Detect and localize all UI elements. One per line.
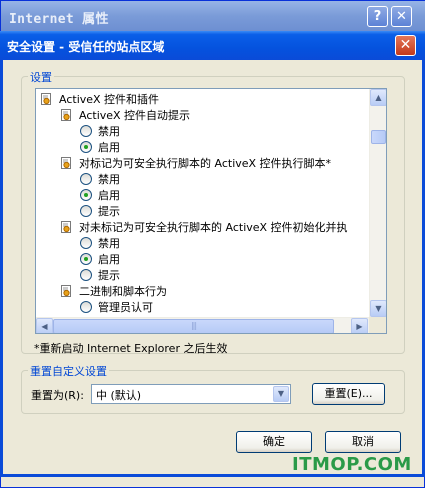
horizontal-scroll-thumb[interactable]: ||| bbox=[53, 319, 334, 333]
horizontal-scrollbar[interactable]: ◀ ||| ▶ bbox=[36, 317, 369, 333]
reset-level-combo[interactable]: 中 (默认) ▼ bbox=[91, 384, 291, 404]
radio-checked-icon[interactable] bbox=[80, 141, 92, 153]
row-label: ActiveX 控件自动提示 bbox=[79, 109, 191, 122]
radio-unchecked-icon[interactable] bbox=[80, 237, 92, 249]
reset-button[interactable]: 重置(E)... bbox=[312, 383, 385, 405]
reset-group-label: 重置自定义设置 bbox=[28, 363, 109, 379]
row-label: 启用 bbox=[98, 141, 120, 154]
row-label: 提示 bbox=[98, 205, 120, 218]
radio-unchecked-icon[interactable] bbox=[80, 173, 92, 185]
row-label: 对标记为可安全执行脚本的 ActiveX 控件执行脚本* bbox=[79, 157, 332, 170]
radio-unchecked-icon[interactable] bbox=[80, 269, 92, 281]
help-button[interactable]: ? bbox=[367, 6, 388, 27]
row-label: 启用 bbox=[98, 253, 120, 266]
setting-item: 对标记为可安全执行脚本的 ActiveX 控件执行脚本* bbox=[60, 156, 331, 172]
scroll-down-arrow-icon[interactable]: ▼ bbox=[370, 300, 386, 317]
settings-group-label: 设置 bbox=[28, 69, 54, 85]
row-label: 启用 bbox=[98, 189, 120, 202]
dialog-title: 安全设置 - 受信任的站点区域 bbox=[7, 40, 165, 54]
row-label: 禁用 bbox=[98, 125, 120, 138]
row-label: ActiveX 控件和插件 bbox=[59, 93, 160, 106]
vertical-scroll-thumb[interactable] bbox=[371, 130, 386, 144]
setting-option[interactable]: 启用 bbox=[80, 140, 120, 156]
settings-page-icon bbox=[61, 109, 71, 121]
settings-page-icon bbox=[61, 157, 71, 169]
dialog-title-bar[interactable]: 安全设置 - 受信任的站点区域 ✕ bbox=[0, 31, 425, 60]
row-label: 提示 bbox=[98, 269, 120, 282]
setting-option[interactable]: 禁用 bbox=[80, 236, 120, 252]
radio-checked-icon[interactable] bbox=[80, 253, 92, 265]
vertical-scrollbar[interactable]: ▲ ▼ bbox=[369, 89, 386, 317]
settings-page-icon bbox=[61, 285, 71, 297]
setting-option[interactable]: 提示 bbox=[80, 204, 120, 220]
scroll-up-arrow-icon[interactable]: ▲ bbox=[370, 89, 386, 106]
radio-unchecked-icon[interactable] bbox=[80, 205, 92, 217]
scrollbar-corner bbox=[369, 317, 386, 333]
row-label: 二进制和脚本行为 bbox=[79, 285, 167, 298]
setting-option[interactable]: 禁用 bbox=[80, 172, 120, 188]
reset-level-value: 中 (默认) bbox=[96, 389, 142, 402]
row-label: 禁用 bbox=[98, 173, 120, 186]
radio-unchecked-icon[interactable] bbox=[80, 301, 92, 313]
setting-option[interactable]: 启用 bbox=[80, 188, 120, 204]
scroll-left-arrow-icon[interactable]: ◀ bbox=[36, 318, 53, 333]
settings-listbox[interactable]: ActiveX 控件和插件 ActiveX 控件自动提示 禁用 启用 对标记为可安全执行… bbox=[35, 88, 387, 334]
radio-checked-icon[interactable] bbox=[80, 189, 92, 201]
dialog-close-button[interactable]: ✕ bbox=[395, 35, 416, 56]
row-label: 禁用 bbox=[98, 237, 120, 250]
outer-window-title: Internet 属性 bbox=[9, 12, 109, 27]
watermark: ITMOP.COM bbox=[292, 454, 412, 475]
setting-item: 二进制和脚本行为 bbox=[60, 284, 167, 300]
cancel-button[interactable]: 取消 bbox=[325, 431, 401, 453]
setting-option[interactable]: 管理员认可 bbox=[80, 300, 153, 316]
reset-to-label: 重置为(R): bbox=[31, 389, 84, 402]
setting-option[interactable]: 提示 bbox=[80, 268, 120, 284]
setting-option[interactable]: 禁用 bbox=[80, 124, 120, 140]
row-label: 管理员认可 bbox=[98, 301, 153, 314]
combo-dropdown-arrow-icon[interactable]: ▼ bbox=[273, 386, 289, 402]
radio-unchecked-icon[interactable] bbox=[80, 125, 92, 137]
restart-note: *重新启动 Internet Explorer 之后生效 bbox=[34, 342, 228, 355]
setting-item: 对未标记为可安全执行脚本的 ActiveX 控件初始化并执 bbox=[60, 220, 348, 236]
outer-close-button[interactable]: ✕ bbox=[391, 6, 412, 27]
settings-page-icon bbox=[61, 221, 71, 233]
ok-button[interactable]: 确定 bbox=[236, 431, 312, 453]
setting-item: ActiveX 控件自动提示 bbox=[60, 108, 190, 124]
setting-option[interactable]: 启用 bbox=[80, 252, 120, 268]
settings-category: ActiveX 控件和插件 bbox=[40, 92, 159, 108]
row-label: 对未标记为可安全执行脚本的 ActiveX 控件初始化并执 bbox=[79, 221, 348, 234]
outer-title-bar[interactable]: Internet 属性 ? ✕ bbox=[1, 1, 425, 31]
scroll-right-arrow-icon[interactable]: ▶ bbox=[351, 318, 368, 333]
settings-page-icon bbox=[41, 93, 51, 105]
